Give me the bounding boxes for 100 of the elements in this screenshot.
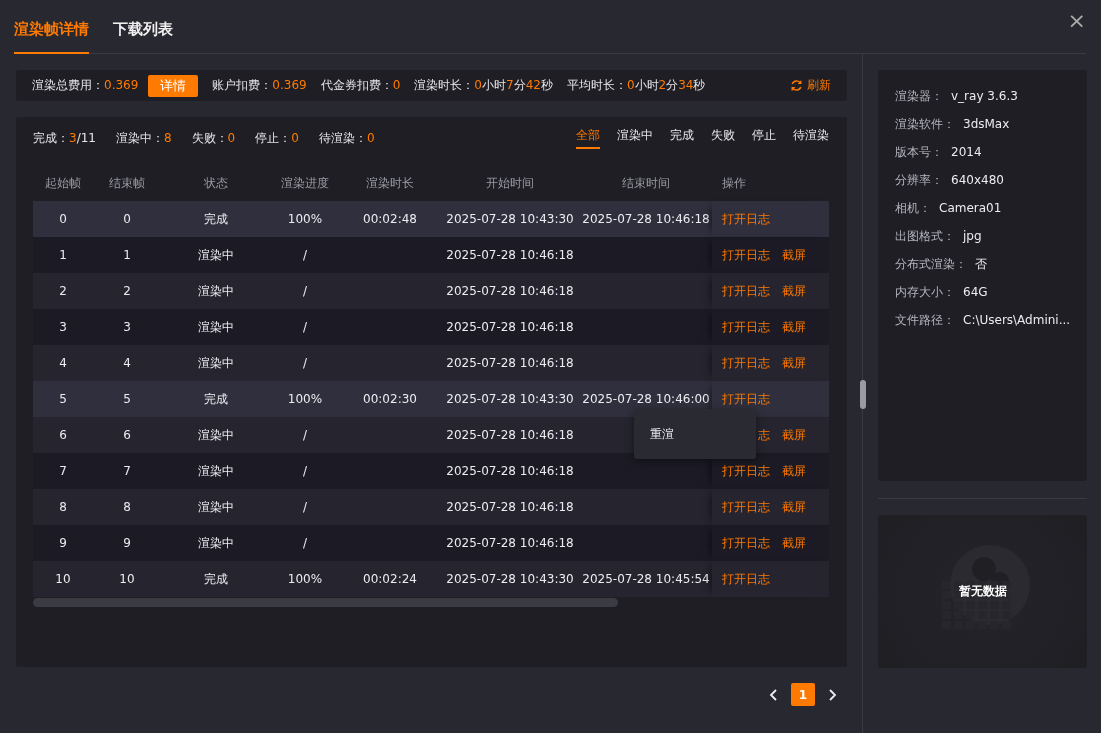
table-row[interactable]: 0 0 完成 100% 00:02:48 2025-07-28 10:43:30 2025-07-28 10:46:18 打开日志 [33, 201, 829, 237]
filter-tab[interactable]: 失败 [711, 127, 735, 149]
next-page-button[interactable] [827, 688, 837, 701]
info-label: 分辨率： [895, 171, 943, 189]
table-cell-text: 2025-07-28 10:46:18 [445, 248, 575, 262]
chevron-right-icon [827, 688, 837, 701]
table-cell-text: 00:02:30 [362, 392, 418, 406]
table-cell-text: 4 [58, 356, 68, 370]
action-link[interactable]: 截屏 [782, 534, 806, 552]
action-link[interactable]: 打开日志 [722, 390, 770, 408]
table-cell-text: 完成 [202, 210, 229, 228]
tab[interactable]: 渲染帧详情 [14, 20, 89, 54]
info-label: 分布式渲染： [895, 255, 967, 273]
table-row[interactable]: 3 3 渲染中 / 2025-07-28 10:46:18 打开日志 截屏 [33, 309, 829, 345]
table-cell-text: 渲染中 [196, 354, 235, 372]
table-cell-text: 2 [58, 284, 68, 298]
action-link[interactable]: 截屏 [782, 354, 806, 372]
table-cell-text: 2025-07-28 10:46:18 [445, 500, 575, 514]
table-cell-text: 0 [122, 212, 132, 226]
action-link[interactable]: 截屏 [782, 246, 806, 264]
table-cell-text: 5 [58, 392, 68, 406]
table-cell-text: 3 [122, 320, 132, 334]
table-row[interactable]: 8 8 渲染中 / 2025-07-28 10:46:18 打开日志 截屏 [33, 489, 829, 525]
info-value: 64G [963, 285, 988, 299]
action-link[interactable]: 截屏 [782, 282, 806, 300]
column-header: 渲染进度 [280, 174, 330, 192]
filter-tab[interactable]: 全部 [576, 127, 600, 149]
table-row[interactable]: 1 1 渲染中 / 2025-07-28 10:46:18 打开日志 截屏 [33, 237, 829, 273]
action-link[interactable]: 打开日志 [722, 534, 770, 552]
action-link[interactable]: 打开日志 [722, 498, 770, 516]
table-cell-text: 2025-07-28 10:43:30 [445, 572, 575, 586]
close-button[interactable]: × [1067, 10, 1086, 32]
action-link[interactable]: 打开日志 [722, 210, 770, 228]
action-link[interactable]: 打开日志 [722, 570, 770, 588]
info-value: 3dsMax [963, 117, 1010, 131]
info-label: 渲染软件： [895, 115, 955, 133]
table-cell-text: 2 [122, 284, 132, 298]
column-header: 结束帧 [108, 174, 146, 192]
table-cell-text: 渲染中 [196, 282, 235, 300]
table-cell-text: 10 [118, 572, 136, 586]
table-row[interactable]: 2 2 渲染中 / 2025-07-28 10:46:18 打开日志 截屏 [33, 273, 829, 309]
stat-item: 渲染中：8 [115, 129, 172, 147]
filter-tab[interactable]: 渲染中 [617, 127, 653, 149]
table-cell-text: / [301, 428, 308, 442]
tab[interactable]: 下载列表 [113, 20, 173, 54]
chevron-left-icon [769, 688, 779, 701]
table-cell-text: / [301, 500, 308, 514]
info-value: jpg [963, 229, 982, 243]
action-link[interactable]: 打开日志 [722, 462, 770, 480]
table-row[interactable]: 9 9 渲染中 / 2025-07-28 10:46:18 打开日志 截屏 [33, 525, 829, 561]
table-cell-text: 2025-07-28 10:45:54 [581, 572, 711, 586]
menu-item[interactable]: 重渲 [634, 425, 690, 443]
table-cell-text: 6 [58, 428, 68, 442]
splitter-handle[interactable] [860, 380, 866, 409]
scrollbar-thumb[interactable] [33, 598, 618, 607]
stat-item: 完成：3/11 [33, 129, 96, 147]
table-cell-text: 00:02:48 [362, 212, 418, 226]
table-row[interactable]: 5 5 完成 100% 00:02:30 2025-07-28 10:43:30 2025-07-28 10:46:00 打开日志 [33, 381, 829, 417]
info-value: 否 [975, 255, 987, 273]
table-cell-text: 9 [58, 536, 68, 550]
table-cell-text: 渲染中 [196, 318, 235, 336]
table-cell-text: 5 [122, 392, 132, 406]
action-link[interactable]: 截屏 [782, 318, 806, 336]
table-cell-text: 2025-07-28 10:46:18 [445, 356, 575, 370]
info-label: 渲染器： [895, 87, 943, 105]
table-row[interactable]: 10 10 完成 100% 00:02:24 2025-07-28 10:43:30 2025-07-28 10:45:54 打开日志 [33, 561, 829, 597]
filter-tab[interactable]: 待渲染 [793, 127, 829, 149]
table-row[interactable]: 4 4 渲染中 / 2025-07-28 10:46:18 打开日志 截屏 [33, 345, 829, 381]
column-header: 起始帧 [44, 174, 82, 192]
action-link[interactable]: 截屏 [782, 498, 806, 516]
action-link[interactable]: 打开日志 [722, 318, 770, 336]
table-cell-text: 2025-07-28 10:43:30 [445, 212, 575, 226]
filter-tab[interactable]: 停止 [752, 127, 776, 149]
table-cell-text: 渲染中 [196, 498, 235, 516]
action-link[interactable]: 截屏 [782, 426, 806, 444]
info-label: 出图格式： [895, 227, 955, 245]
table-cell-text: / [301, 536, 308, 550]
table-row[interactable]: 7 7 渲染中 / 2025-07-28 10:46:18 打开日志 截屏 [33, 453, 829, 489]
refresh-button[interactable]: 刷新 [790, 77, 831, 94]
table-cell-text: 10 [54, 572, 72, 586]
table-cell-text: / [301, 356, 308, 370]
table-cell-text: 7 [122, 464, 132, 478]
cost-item: 账户扣费：0.369 [212, 77, 307, 94]
action-link[interactable]: 打开日志 [722, 354, 770, 372]
table-cell-text: 0 [58, 212, 68, 226]
filter-tab[interactable]: 完成 [670, 127, 694, 149]
info-label: 相机： [895, 199, 931, 217]
table-cell-text: 2025-07-28 10:46:18 [445, 320, 575, 334]
column-header: 操作 [721, 174, 747, 192]
cost-item: 渲染时长：0小时7分42秒 [414, 77, 553, 94]
stat-item: 停止：0 [255, 129, 299, 147]
table-cell-text: 9 [122, 536, 132, 550]
action-link[interactable]: 截屏 [782, 462, 806, 480]
column-header: 状态 [202, 174, 229, 192]
prev-page-button[interactable] [769, 688, 779, 701]
stat-item: 待渲染：0 [318, 129, 375, 147]
table-cell-text: 4 [122, 356, 132, 370]
table-cell-text: / [301, 464, 308, 478]
action-link[interactable]: 打开日志 [722, 246, 770, 264]
action-link[interactable]: 打开日志 [722, 282, 770, 300]
